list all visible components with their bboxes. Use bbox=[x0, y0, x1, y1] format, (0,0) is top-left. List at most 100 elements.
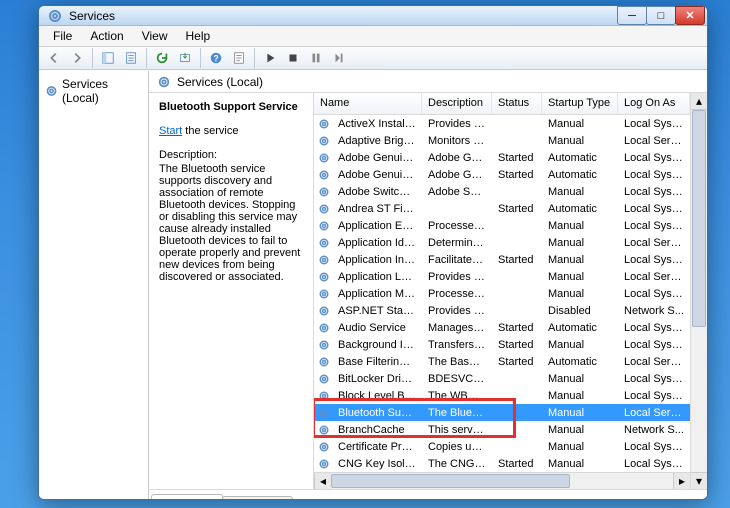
detail-pane: Bluetooth Support Service Start the serv… bbox=[149, 93, 314, 489]
table-row[interactable]: Adobe SwitchBoardAdobe Swit...ManualLoca… bbox=[314, 183, 690, 200]
table-row[interactable]: BranchCacheThis service ...ManualNetwork… bbox=[314, 421, 690, 438]
cell-name: Block Level Backu... bbox=[332, 390, 422, 402]
cell-name: BranchCache bbox=[332, 424, 422, 436]
tab-extended[interactable]: Extended bbox=[151, 494, 223, 500]
gear-icon bbox=[314, 220, 332, 232]
hscroll-thumb[interactable] bbox=[331, 474, 570, 488]
col-description[interactable]: Description bbox=[422, 93, 492, 114]
cell-logon-as: Local Syste... bbox=[618, 254, 690, 266]
vertical-scrollbar[interactable]: ▴ ▾ bbox=[690, 93, 707, 489]
forward-button[interactable] bbox=[66, 47, 88, 69]
start-service-link[interactable]: Start bbox=[159, 125, 182, 137]
cell-name: Certificate Propag... bbox=[332, 441, 422, 453]
gear-icon bbox=[314, 135, 332, 147]
table-row[interactable]: Application Infor...Facilitates t...Star… bbox=[314, 251, 690, 268]
cell-description: Transfers fil... bbox=[422, 339, 492, 351]
scroll-up-arrow[interactable]: ▴ bbox=[691, 93, 707, 110]
table-row[interactable]: Adobe Genuine S...Adobe Gen...StartedAut… bbox=[314, 166, 690, 183]
cell-description: Copies user ... bbox=[422, 441, 492, 453]
table-row[interactable]: Andrea ST Filters S...StartedAutomaticLo… bbox=[314, 200, 690, 217]
horizontal-scrollbar[interactable]: ◂ ▸ bbox=[314, 472, 690, 489]
table-row[interactable]: Application IdentityDetermines ...Manual… bbox=[314, 234, 690, 251]
help-button[interactable]: ? bbox=[205, 47, 227, 69]
table-row[interactable]: Adaptive BrightnessMonitors a...ManualLo… bbox=[314, 132, 690, 149]
table-row[interactable]: BitLocker Drive En...BDESVC hos...Manual… bbox=[314, 370, 690, 387]
col-logon-as[interactable]: Log On As bbox=[618, 93, 690, 114]
table-row[interactable]: Application Experi...Processes a...Manua… bbox=[314, 217, 690, 234]
cell-startup-type: Automatic bbox=[542, 322, 618, 334]
gear-icon bbox=[314, 424, 332, 436]
cell-name: Adobe Genuine M... bbox=[332, 152, 422, 164]
cell-logon-as: Local Syste... bbox=[618, 458, 690, 470]
hscroll-track[interactable] bbox=[331, 473, 673, 489]
col-name[interactable]: Name bbox=[314, 93, 422, 114]
export-list-button[interactable] bbox=[174, 47, 196, 69]
cell-status: Started bbox=[492, 169, 542, 181]
toolbar: ? bbox=[39, 47, 707, 70]
services-window: Services ─ □ ✕ File Action View Help ? bbox=[38, 5, 708, 500]
menu-view[interactable]: View bbox=[134, 26, 176, 46]
cell-description: The Bluetoo... bbox=[422, 407, 492, 419]
col-status[interactable]: Status bbox=[492, 93, 542, 114]
cell-name: Application Identity bbox=[332, 237, 422, 249]
cell-description: The WBEN... bbox=[422, 390, 492, 402]
col-startup-type[interactable]: Startup Type bbox=[542, 93, 618, 114]
pause-service-button[interactable] bbox=[305, 47, 327, 69]
gear-icon bbox=[314, 288, 332, 300]
cell-logon-as: Network S... bbox=[618, 305, 690, 317]
cell-logon-as: Local Syste... bbox=[618, 441, 690, 453]
titlebar[interactable]: Services ─ □ ✕ bbox=[39, 6, 707, 26]
gear-icon bbox=[314, 339, 332, 351]
description-text: The Bluetooth service supports discovery… bbox=[159, 163, 303, 283]
vscroll-track[interactable] bbox=[691, 110, 707, 472]
cell-name: ActiveX Installer (... bbox=[332, 118, 422, 130]
back-button[interactable] bbox=[43, 47, 65, 69]
refresh-button[interactable] bbox=[151, 47, 173, 69]
properties-button[interactable] bbox=[228, 47, 250, 69]
table-row[interactable]: Certificate Propag...Copies user ...Manu… bbox=[314, 438, 690, 455]
table-row[interactable]: Bluetooth Support...The Bluetoo...Manual… bbox=[314, 404, 690, 421]
close-button[interactable]: ✕ bbox=[675, 6, 705, 25]
menu-action[interactable]: Action bbox=[82, 26, 131, 46]
table-row[interactable]: Base Filtering Engi...The Base Fil...Sta… bbox=[314, 353, 690, 370]
table-row[interactable]: ActiveX Installer (...Provides Us...Manu… bbox=[314, 115, 690, 132]
table-row[interactable]: Application Layer ...Provides su...Manua… bbox=[314, 268, 690, 285]
stop-service-button[interactable] bbox=[282, 47, 304, 69]
table-row[interactable]: Block Level Backu...The WBEN...ManualLoc… bbox=[314, 387, 690, 404]
main-header: Services (Local) bbox=[149, 71, 707, 93]
cell-status: Started bbox=[492, 356, 542, 368]
cell-status: Started bbox=[492, 152, 542, 164]
table-row[interactable]: ASP.NET State Ser...Provides su...Disabl… bbox=[314, 302, 690, 319]
vscroll-thumb[interactable] bbox=[692, 110, 706, 327]
table-row[interactable]: Background Intelli...Transfers fil...Sta… bbox=[314, 336, 690, 353]
gear-icon bbox=[314, 271, 332, 283]
minimize-button[interactable]: ─ bbox=[617, 6, 647, 25]
table-row[interactable]: Audio ServiceManages au...StartedAutomat… bbox=[314, 319, 690, 336]
tree-root-services-local[interactable]: Services (Local) bbox=[41, 75, 146, 107]
export-button[interactable] bbox=[120, 47, 142, 69]
menubar: File Action View Help bbox=[39, 26, 707, 47]
cell-description: Provides Us... bbox=[422, 118, 492, 130]
scroll-right-arrow[interactable]: ▸ bbox=[673, 473, 690, 489]
scroll-left-arrow[interactable]: ◂ bbox=[314, 473, 331, 489]
tab-standard[interactable]: Standard bbox=[222, 496, 293, 500]
cell-logon-as: Local Syste... bbox=[618, 152, 690, 164]
cell-name: Audio Service bbox=[332, 322, 422, 334]
show-hide-tree-button[interactable] bbox=[97, 47, 119, 69]
cell-startup-type: Disabled bbox=[542, 305, 618, 317]
maximize-button[interactable]: □ bbox=[646, 6, 676, 25]
cell-logon-as: Network S... bbox=[618, 424, 690, 436]
table-row[interactable]: Adobe Genuine M...Adobe Gen...StartedAut… bbox=[314, 149, 690, 166]
table-row[interactable]: CNG Key IsolationThe CNG ke...StartedMan… bbox=[314, 455, 690, 472]
menu-file[interactable]: File bbox=[45, 26, 80, 46]
description-label: Description: bbox=[159, 149, 303, 161]
cell-startup-type: Manual bbox=[542, 373, 618, 385]
restart-service-button[interactable] bbox=[328, 47, 350, 69]
detail-title: Bluetooth Support Service bbox=[159, 101, 303, 113]
scroll-down-arrow[interactable]: ▾ bbox=[691, 472, 707, 489]
cell-startup-type: Automatic bbox=[542, 356, 618, 368]
menu-help[interactable]: Help bbox=[178, 26, 219, 46]
cell-name: Application Mana... bbox=[332, 288, 422, 300]
start-service-button[interactable] bbox=[259, 47, 281, 69]
table-row[interactable]: Application Mana...Processes in...Manual… bbox=[314, 285, 690, 302]
